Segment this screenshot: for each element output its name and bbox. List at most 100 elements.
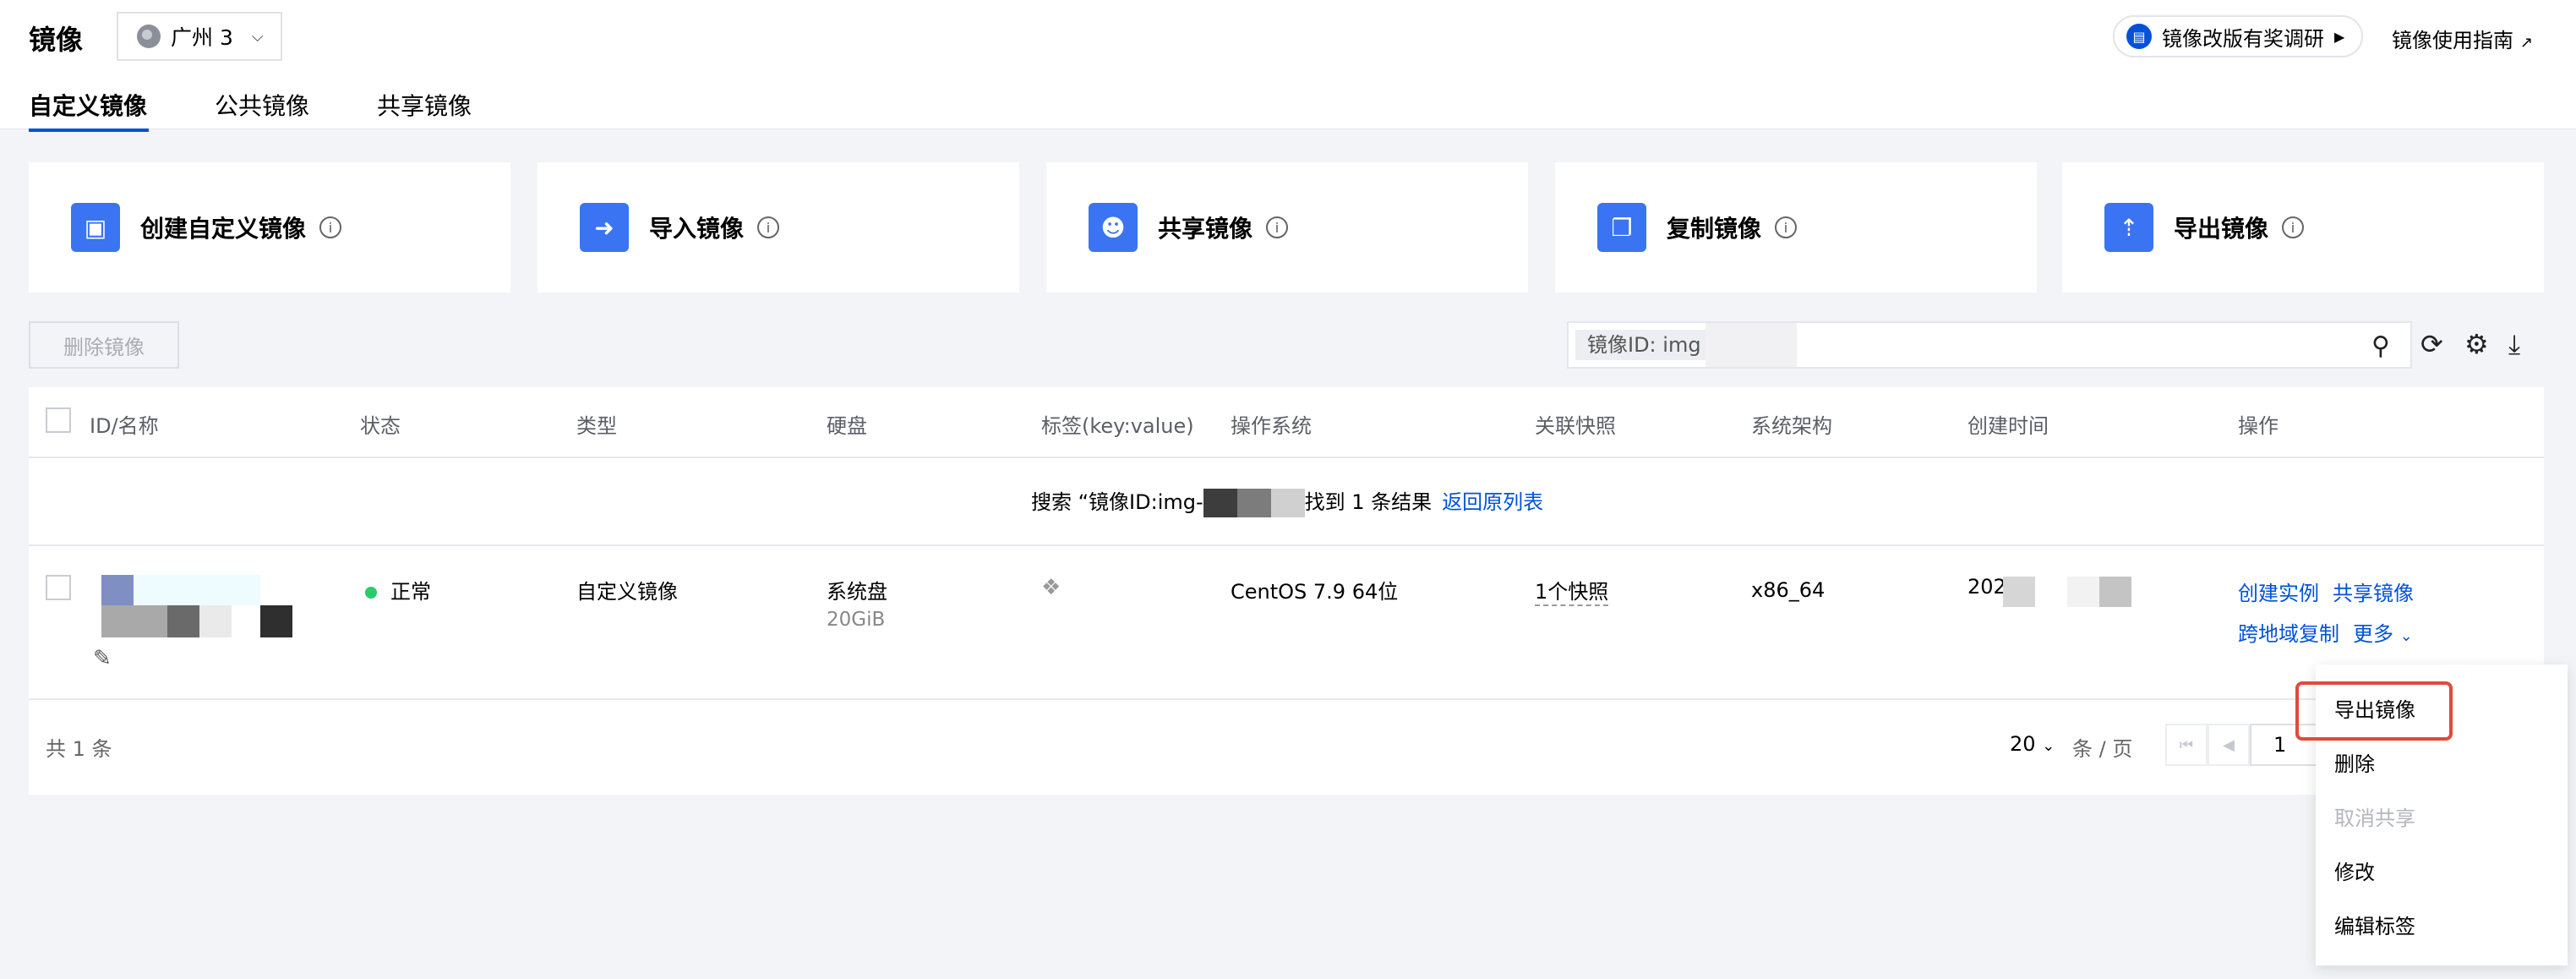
redacted-block (199, 605, 232, 637)
create-instance-link[interactable]: 创建实例 (2238, 577, 2319, 606)
chevron-down-icon: ⌵ (251, 27, 264, 46)
import-image-icon: ➜ (580, 203, 629, 252)
pencil-icon[interactable]: ✎ (93, 646, 112, 671)
page-title: 镜像 (29, 24, 84, 56)
search-input[interactable]: 镜像ID: img ⚲ (1567, 321, 2412, 369)
redacted-block (1203, 489, 1237, 517)
redacted-block (101, 605, 167, 637)
redacted-block (260, 605, 292, 637)
cross-region-copy-link[interactable]: 跨地域复制 (2238, 617, 2339, 647)
status-dot-icon (365, 587, 377, 599)
redacted-block (2099, 577, 2131, 607)
card-export-image[interactable]: ⇡ 导出镜像 i (2062, 162, 2544, 293)
info-icon[interactable]: i (319, 216, 342, 238)
page-size-select[interactable]: 20 ⌄ (2010, 732, 2055, 756)
info-icon[interactable]: i (2282, 216, 2305, 238)
gear-icon[interactable]: ⚙ (2464, 328, 2489, 360)
globe-icon (137, 25, 161, 48)
type-cell: 自定义镜像 (576, 580, 678, 604)
tag-icon[interactable]: ❖ (1041, 575, 1061, 600)
search-result-row: 搜索 “镜像ID:img- 找到 1 条结果 返回原列表 (29, 457, 2544, 546)
card-import-image[interactable]: ➜ 导入镜像 i (538, 162, 1019, 293)
export-image-icon: ⇡ (2104, 203, 2153, 252)
chevron-down-icon: ⌄ (2042, 737, 2055, 755)
created-prefix: 202 (1967, 575, 2006, 599)
info-icon[interactable]: i (1266, 216, 1289, 238)
search-result-message: 搜索 “镜像ID:img- 找到 1 条结果 返回原列表 (1031, 485, 1543, 517)
redacted-block (1236, 489, 1271, 517)
redacted-block (1706, 323, 1797, 367)
total-count: 共 1 条 (46, 737, 112, 761)
redacted-block (134, 575, 260, 605)
card-share-image[interactable]: ☻ 共享镜像 i (1046, 162, 1528, 293)
more-dropdown[interactable]: 更多 ⌄ (2353, 617, 2413, 647)
guide-label: 镜像使用指南 (2392, 29, 2513, 52)
menu-item-modify[interactable]: 修改 (2334, 856, 2375, 885)
redacted-block (2035, 577, 2067, 607)
region-selector[interactable]: 广州 3 ⌵ (117, 12, 282, 61)
table-header: ID/名称 状态 类型 硬盘 标签(key:value) 操作系统 关联快照 系… (29, 387, 2544, 458)
copy-image-icon: ❐ (1597, 203, 1646, 252)
share-image-icon: ☻ (1089, 203, 1138, 252)
col-tags: 标签(key:value) (1041, 414, 1194, 438)
menu-item-edit-tags[interactable]: 编辑标签 (2334, 910, 2415, 939)
col-status: 状态 (360, 414, 401, 438)
card-label: 共享镜像 (1158, 215, 1253, 243)
card-label: 导出镜像 (2174, 215, 2269, 243)
redacted-block (2067, 577, 2099, 607)
table-footer: 共 1 条 20 ⌄ 条 / 页 ⏮ ◀ 1 (29, 698, 2544, 795)
tab-public-images[interactable]: 公共镜像 (215, 88, 309, 132)
card-copy-image[interactable]: ❐ 复制镜像 i (1555, 162, 2037, 293)
card-label: 复制镜像 (1667, 215, 1762, 243)
col-actions: 操作 (2238, 414, 2279, 438)
card-label: 导入镜像 (649, 215, 745, 243)
arch-cell: x86_64 (1751, 578, 1826, 602)
select-all-checkbox[interactable] (46, 407, 71, 433)
redacted-block (1270, 489, 1305, 517)
share-image-link[interactable]: 共享镜像 (2333, 577, 2414, 606)
disk-size: 20GiB (827, 609, 886, 631)
search-msg-prefix: 搜索 “镜像ID:img- (1031, 490, 1203, 514)
highlight-box (2295, 681, 2453, 741)
search-msg-suffix: 找到 1 条结果 (1304, 490, 1433, 514)
menu-item-delete[interactable]: 删除 (2334, 747, 2375, 777)
col-disk: 硬盘 (827, 414, 867, 438)
first-page-button[interactable]: ⏮ (2165, 724, 2208, 766)
refresh-icon[interactable]: ⟳ (2420, 328, 2443, 360)
col-arch: 系统架构 (1751, 414, 1832, 438)
image-table: ID/名称 状态 类型 硬盘 标签(key:value) 操作系统 关联快照 系… (29, 387, 2544, 795)
row-checkbox[interactable] (46, 575, 71, 600)
status-label: 正常 (390, 580, 431, 604)
page-size-value: 20 (2010, 732, 2036, 756)
survey-button[interactable]: ▤ 镜像改版有奖调研 ▶ (2113, 15, 2363, 57)
info-icon[interactable]: i (757, 216, 780, 238)
table-row: ✎ 正常 自定义镜像 系统盘 20GiB ❖ CentOS 7.9 64位 1个… (29, 544, 2544, 700)
play-arrow-icon: ▶ (2334, 28, 2345, 45)
search-icon[interactable]: ⚲ (2371, 331, 2390, 361)
col-snapshot: 关联快照 (1535, 414, 1616, 438)
survey-label: 镜像改版有奖调研 (2162, 26, 2324, 51)
col-type: 类型 (576, 414, 617, 438)
tab-shared-images[interactable]: 共享镜像 (377, 88, 472, 132)
info-icon[interactable]: i (1775, 216, 1798, 238)
region-label: 广州 3 (171, 25, 233, 50)
os-cell: CentOS 7.9 64位 (1231, 580, 1399, 604)
col-id-name: ID/名称 (90, 414, 159, 438)
create-image-icon: ▣ (71, 203, 120, 252)
redacted-block (101, 575, 134, 605)
guide-link[interactable]: 镜像使用指南 ↗ (2392, 24, 2533, 53)
card-label: 创建自定义镜像 (140, 215, 307, 243)
more-label: 更多 (2353, 622, 2393, 646)
status-cell: 正常 (365, 575, 431, 604)
prev-page-button[interactable]: ◀ (2208, 724, 2250, 766)
download-icon[interactable]: ⤓ (2508, 328, 2520, 361)
snapshot-link[interactable]: 1个快照 (1535, 575, 1609, 606)
clipboard-icon: ▤ (2126, 24, 2152, 49)
search-tag[interactable]: 镜像ID: img (1575, 330, 1713, 360)
disk-name: 系统盘 (827, 580, 887, 604)
tab-custom-images[interactable]: 自定义镜像 (29, 88, 149, 132)
delete-image-button[interactable]: 删除镜像 (29, 321, 179, 369)
card-create-image[interactable]: ▣ 创建自定义镜像 i (29, 162, 510, 293)
back-to-list-link[interactable]: 返回原列表 (1442, 490, 1543, 514)
menu-item-unshare: 取消共享 (2334, 807, 2415, 830)
